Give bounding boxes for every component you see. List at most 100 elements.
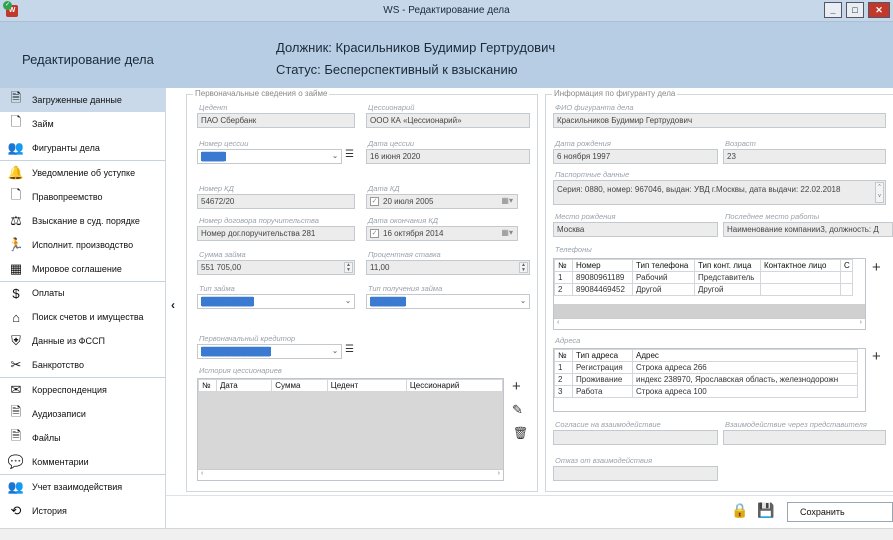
- minimize-button[interactable]: _: [824, 2, 842, 18]
- column-header[interactable]: Тип адреса: [572, 349, 633, 362]
- table-row[interactable]: 2 89084469452 Другой Другой: [554, 283, 853, 296]
- horizontal-scrollbar[interactable]: ‹ ›: [554, 318, 865, 329]
- scroll-icon[interactable]: ^ v: [875, 182, 884, 203]
- bell-icon: 🔔: [7, 165, 25, 180]
- table-row[interactable]: 2 Проживание индекс 238970, Ярославская об…: [554, 373, 858, 386]
- add-phone-icon[interactable]: +: [872, 259, 881, 276]
- edit-icon[interactable]: ✎: [512, 402, 523, 418]
- sidebar-item-doc-arrow[interactable]: 🗋 Правопреемство: [0, 185, 166, 209]
- sidebar-item-bell[interactable]: 🔔 Уведомление об уступке: [0, 161, 166, 185]
- table-cell: 1: [554, 361, 573, 374]
- kd-end-picker[interactable]: ✓ 16 октября 2014 ▦▾: [366, 226, 518, 241]
- column-header[interactable]: Цедент: [326, 379, 407, 392]
- column-header[interactable]: Контактное лицо: [760, 259, 841, 272]
- column-header[interactable]: Дата: [215, 379, 273, 392]
- column-header[interactable]: С: [840, 259, 853, 272]
- column-header[interactable]: №: [554, 349, 573, 362]
- column-header[interactable]: Адрес: [632, 349, 858, 362]
- table-row[interactable]: 1 Регистрация Строка адреса 266: [554, 361, 858, 374]
- history-icon: ⟲: [10, 503, 22, 518]
- fio-field[interactable]: Красильников Будимир Гертрудович: [553, 113, 886, 128]
- sidebar-item-house-search[interactable]: ⌂ Поиск счетов и имущества: [0, 305, 166, 329]
- cession-date-field[interactable]: 16 июня 2020: [366, 149, 530, 164]
- save-button[interactable]: Сохранить: [787, 502, 893, 522]
- sidebar-item-shield[interactable]: ⛨ Данные из ФССП: [0, 329, 166, 353]
- sidebar-item-mail[interactable]: ✉ Корреспонденция: [0, 378, 166, 402]
- table-cell: 89080961189: [572, 271, 633, 284]
- spinner-icon[interactable]: ▲ ▼: [519, 262, 528, 273]
- history-grid[interactable]: № Дата Сумма Цедент Цессионарий ‹ ›: [197, 378, 504, 481]
- add-address-icon[interactable]: +: [872, 348, 881, 365]
- sidebar-item-calendar[interactable]: ▦ Мировое соглашение: [0, 257, 166, 281]
- amount-field[interactable]: 551 705,00 ▲ ▼: [197, 260, 355, 275]
- loan-type-select[interactable]: █████████ ⌄: [197, 294, 355, 309]
- sidebar-item-dollar[interactable]: $ Оплаты: [0, 281, 166, 305]
- amount-label: Сумма займа: [199, 250, 246, 259]
- sidebar-item-runner[interactable]: 🏃 Исполнит. производство: [0, 233, 166, 257]
- column-header[interactable]: Тип телефона: [632, 259, 695, 272]
- sidebar-item-label: Уведомление об уступке: [32, 168, 136, 178]
- kd-end-label: Дата окончания КД: [368, 216, 439, 225]
- table-cell: Регистрация: [572, 361, 633, 374]
- cession-no-select[interactable]: ████ ⌄: [197, 149, 342, 164]
- floppy-save-icon[interactable]: 💾: [757, 502, 774, 519]
- table-row[interactable]: 1 89080961189 Рабочий Представитель: [554, 271, 853, 284]
- column-header[interactable]: №: [198, 379, 217, 392]
- column-header[interactable]: Тип конт. лица: [694, 259, 761, 272]
- creditor-field[interactable]: ПАО Сбербанк: [197, 113, 355, 128]
- kd-end-checkbox[interactable]: ✓: [370, 229, 379, 239]
- lock-icon[interactable]: 🔒: [731, 502, 748, 519]
- collapse-sidebar-icon[interactable]: ‹: [171, 298, 175, 312]
- sidebar-item-interaction[interactable]: 👥 Учет взаимодействия: [0, 475, 166, 499]
- passport-field[interactable]: Серия: 0880, номер: 967046, выдан: УВД г…: [553, 180, 886, 205]
- sidebar-item-upload-doc[interactable]: 🗎 Загруженные данные: [0, 88, 166, 112]
- sidebar-item-court[interactable]: ⚖ Взыскание в суд. порядке: [0, 209, 166, 233]
- kd-no-field[interactable]: 54672/20: [197, 194, 355, 209]
- close-button[interactable]: ✕: [868, 2, 890, 18]
- horizontal-scrollbar[interactable]: ‹ ›: [198, 469, 503, 480]
- phones-grid[interactable]: № Номер Тип телефона Тип конт. лица Контактн…: [553, 258, 866, 330]
- sidebar-item-comment[interactable]: 💬 Комментарии: [0, 450, 166, 474]
- column-header[interactable]: №: [554, 259, 573, 272]
- kd-date-checkbox[interactable]: ✓: [370, 197, 379, 207]
- birth-field[interactable]: 6 ноября 1997: [553, 149, 718, 164]
- rate-field[interactable]: 11,00 ▲ ▼: [366, 260, 530, 275]
- sidebar-item-file[interactable]: 🗎 Файлы: [0, 426, 166, 450]
- sidebar-item-broken[interactable]: ✂ Банкротство: [0, 353, 166, 377]
- add-icon[interactable]: +: [512, 378, 521, 395]
- orig-creditor-select[interactable]: ████████████ ⌄: [197, 344, 342, 359]
- calendar-icon[interactable]: ▦▾: [501, 196, 513, 205]
- list-icon[interactable]: ☰: [345, 344, 354, 355]
- table-cell: 89084469452: [572, 283, 633, 296]
- table-cell: Другой: [694, 283, 761, 296]
- history-label: История цессионариев: [199, 366, 282, 375]
- list-icon[interactable]: ☰: [345, 149, 354, 160]
- table-row[interactable]: 3 Работа Строка адреса 100: [554, 385, 858, 398]
- maximize-button[interactable]: □: [846, 2, 864, 18]
- assignee-field[interactable]: ООО КА «Цессионарий»: [366, 113, 530, 128]
- column-header[interactable]: Номер: [572, 259, 633, 272]
- rep-field[interactable]: [723, 430, 886, 445]
- column-header[interactable]: Сумма: [271, 379, 328, 392]
- spinner-icon[interactable]: ▲ ▼: [344, 262, 353, 273]
- loan-group-title: Первоначальные сведения о займе: [193, 89, 330, 98]
- consent-field[interactable]: [553, 430, 718, 445]
- kd-date-picker[interactable]: ✓ 20 июля 2005 ▦▾: [366, 194, 518, 209]
- sidebar-item-history[interactable]: ⟲ История: [0, 499, 166, 523]
- amount-value: 551 705,00: [201, 263, 242, 272]
- calendar-icon[interactable]: ▦▾: [501, 228, 513, 237]
- receive-type-select[interactable]: ██████ ⌄: [366, 294, 530, 309]
- sidebar-item-audio[interactable]: 🗎 Аудиозаписи: [0, 402, 166, 426]
- sidebar-item-label: Фигуранты дела: [32, 143, 100, 153]
- sidebar-item-document[interactable]: 🗋 Займ: [0, 112, 166, 136]
- birthplace-field[interactable]: Москва: [553, 222, 718, 237]
- work-field[interactable]: Наименование компании3, должность: Д: [723, 222, 893, 237]
- addresses-grid[interactable]: № Тип адреса Адрес 1 Регистрация Строка адрес…: [553, 348, 866, 412]
- column-header[interactable]: Цессионарий: [405, 379, 503, 392]
- surety-field[interactable]: Номер дог.поручительства 281: [197, 226, 355, 241]
- age-field[interactable]: 23: [723, 149, 886, 164]
- delete-icon[interactable]: 🗑: [513, 426, 528, 440]
- refusal-field[interactable]: [553, 466, 718, 481]
- sidebar-item-people[interactable]: 👥 Фигуранты дела: [0, 136, 166, 160]
- debtor-name: Должник: Красильников Будимир Гертрудови…: [276, 40, 556, 55]
